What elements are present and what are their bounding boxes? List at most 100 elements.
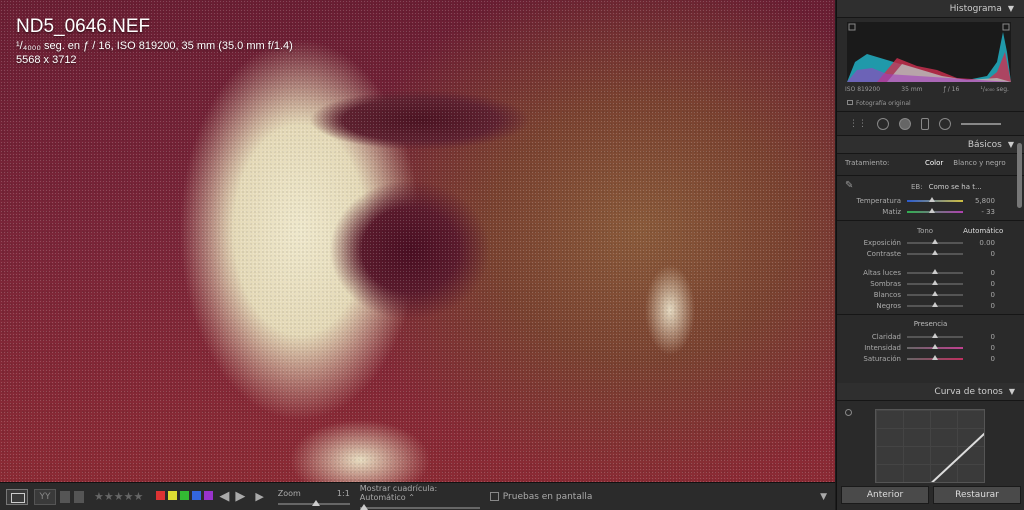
tone-curve-graph[interactable] [875, 409, 985, 483]
reset-button[interactable]: Restaurar [933, 486, 1021, 504]
slideshow-play-icon[interactable]: ▶ [255, 490, 263, 503]
tone-curve-title: Curva de tonos [934, 386, 1003, 397]
targeted-adjustment-icon[interactable] [845, 409, 852, 416]
adjustment-brush-slider[interactable] [961, 122, 1001, 125]
tint-value[interactable]: - 33 [963, 208, 995, 216]
clarity-value[interactable]: 0 [963, 333, 995, 341]
hist-aperture: ƒ / 16 [943, 86, 960, 93]
clarity-row: Claridad 0 [837, 331, 1024, 342]
highlights-row: Altas luces 0 [837, 267, 1024, 278]
screen-proof-label: Pruebas en pantalla [502, 491, 593, 502]
zoom-label: Zoom [277, 488, 301, 498]
graduated-filter-tool-icon[interactable] [921, 117, 929, 130]
grid-value-select[interactable]: Automático [360, 493, 406, 502]
vibrance-label: Intensidad [864, 343, 901, 352]
whites-label: Blancos [873, 290, 901, 299]
clarity-slider[interactable] [907, 332, 963, 338]
highlights-label: Altas luces [863, 268, 901, 277]
histogram-header[interactable]: Histograma ▼ [837, 0, 1024, 18]
zoom-control: Zoom 1:1 [277, 488, 350, 506]
histogram-meta: ISO 819200 35 mm ƒ / 16 ¹/₄₀₀₀ seg. [845, 86, 1009, 93]
grid-slider[interactable] [359, 504, 480, 510]
flag-reject-icon[interactable] [74, 490, 84, 503]
photo-preview[interactable]: ND5_0646.NEF ¹/₄₀₀₀ seg. en ƒ / 16, ISO … [0, 0, 835, 482]
whites-row: Blancos 0 [837, 289, 1024, 300]
photo-file-name: ND5_0646.NEF [16, 16, 151, 37]
prev-photo-icon[interactable]: ◀ [219, 489, 229, 504]
wb-label: EB: [911, 183, 923, 191]
photo-info-overlay: ND5_0646.NEF ¹/₄₀₀₀ seg. en ƒ / 16, ISO … [16, 16, 293, 66]
spot-removal-tool-icon[interactable] [877, 117, 889, 130]
contrast-row: Contraste 0 [837, 248, 1024, 259]
blacks-value[interactable]: 0 [963, 302, 995, 310]
color-label-red[interactable] [156, 490, 166, 500]
toolbar-menu-chevron-icon[interactable]: ▼ [820, 492, 827, 502]
red-eye-tool-icon[interactable] [899, 117, 911, 130]
tone-auto-button[interactable]: Automático [963, 227, 1003, 235]
zoom-slider[interactable] [277, 499, 350, 506]
panel-scrollbar[interactable] [1017, 143, 1022, 208]
star-rating[interactable]: ★★★★★ [94, 490, 143, 503]
tone-label: Tono [917, 226, 934, 235]
exposure-slider[interactable] [907, 238, 963, 244]
temperature-row: Temperatura 5,800 [837, 195, 1024, 206]
tone-curve-header[interactable]: Curva de tonos ▼ [837, 383, 1024, 401]
previous-button[interactable]: Anterior [841, 486, 929, 504]
eyedropper-icon[interactable]: ✎ [845, 180, 863, 194]
histogram-graph[interactable] [847, 22, 1011, 82]
screen-proof-checkbox[interactable] [489, 492, 499, 501]
whites-value[interactable]: 0 [963, 291, 995, 299]
shadows-value[interactable]: 0 [963, 280, 995, 288]
exposure-value[interactable]: 0.00 [963, 239, 995, 247]
treatment-label: Tratamiento: [845, 159, 890, 167]
photo-exposure-info: ¹/₄₀₀₀ seg. en ƒ / 16, ISO 819200, 35 mm… [16, 40, 293, 52]
saturation-value[interactable]: 0 [963, 355, 995, 363]
treatment-bw-option[interactable]: Blanco y negro [953, 159, 1005, 167]
grid-slider-knob[interactable] [359, 504, 368, 510]
saturation-slider[interactable] [907, 354, 963, 360]
temperature-value[interactable]: 5,800 [963, 197, 995, 205]
vibrance-slider[interactable] [907, 343, 963, 349]
loupe-view-button[interactable] [6, 488, 28, 505]
color-label-yellow[interactable] [168, 490, 178, 500]
temperature-label: Temperatura [856, 196, 901, 205]
color-label-blue[interactable] [192, 490, 202, 500]
crop-tool-icon[interactable]: ⋮⋮ [849, 119, 867, 129]
basics-header[interactable]: Básicos ▼ [837, 136, 1024, 154]
zoom-slider-knob[interactable] [311, 499, 320, 506]
shadows-slider[interactable] [907, 279, 963, 285]
histogram-panel: ISO 819200 35 mm ƒ / 16 ¹/₄₀₀₀ seg. Foto… [837, 18, 1024, 112]
presence-label: Presencia [913, 320, 948, 328]
hist-iso: ISO 819200 [845, 86, 881, 93]
exposure-row: Exposición 0.00 [837, 237, 1024, 248]
whites-slider[interactable] [907, 290, 963, 296]
treatment-color-option[interactable]: Color [925, 159, 943, 167]
bottom-toolbar: YY ★★★★★ ◀ ▶ ▶ Zoom 1:1 Mostrar cuadrícul… [0, 482, 835, 510]
white-balance-row: ✎ EB: Como se ha t... [837, 179, 1024, 195]
shadows-row: Sombras 0 [837, 278, 1024, 289]
panel-buttons: Anterior Restaurar [837, 486, 1024, 506]
highlights-slider[interactable] [907, 268, 963, 274]
highlights-value[interactable]: 0 [963, 269, 995, 277]
color-label-purple[interactable] [204, 490, 214, 500]
radial-filter-tool-icon[interactable] [939, 117, 951, 130]
contrast-value[interactable]: 0 [963, 250, 995, 258]
blacks-label: Negros [876, 301, 901, 310]
color-labels [153, 490, 214, 503]
original-photo-toggle[interactable]: Fotografía original [847, 100, 911, 107]
next-photo-icon[interactable]: ▶ [235, 489, 245, 504]
contrast-slider[interactable] [907, 249, 963, 255]
clarity-label: Claridad [871, 332, 901, 341]
shadows-label: Sombras [870, 279, 901, 288]
before-after-view-button[interactable]: YY [34, 488, 56, 505]
temperature-slider[interactable] [907, 196, 963, 202]
hist-focal: 35 mm [901, 86, 923, 93]
collapse-triangle-icon: ▼ [1007, 4, 1014, 13]
wb-select[interactable]: Como se ha t... [929, 183, 982, 191]
contrast-label: Contraste [866, 249, 901, 258]
color-label-green[interactable] [180, 490, 190, 500]
blacks-slider[interactable] [907, 301, 963, 307]
tint-slider[interactable] [907, 207, 963, 213]
flag-pick-icon[interactable] [60, 490, 70, 503]
vibrance-value[interactable]: 0 [963, 344, 995, 352]
